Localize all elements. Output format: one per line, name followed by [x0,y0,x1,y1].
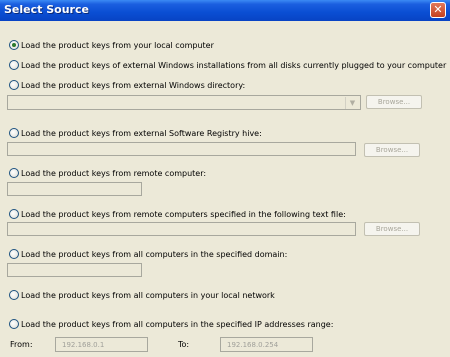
to-label: To: [178,340,190,349]
option-remote-computers-file[interactable]: Load the product keys from remote comput… [9,208,346,220]
radio-registry-hive[interactable] [9,128,19,138]
radio-local-computer[interactable] [9,40,19,50]
option-external-windows-directory[interactable]: Load the product keys from external Wind… [9,79,245,91]
remote-computer-field[interactable] [7,182,142,196]
option-external-disks[interactable]: Load the product keys of external Window… [9,59,446,71]
option-label: Load the product keys from all computers… [21,319,334,329]
registry-hive-field[interactable] [7,142,356,156]
windows-directory-combobox[interactable]: ▼ [7,95,361,110]
text-file-field[interactable] [7,222,356,236]
option-ip-range[interactable]: Load the product keys from all computers… [9,318,333,330]
close-button[interactable]: ✕ [430,2,446,18]
radio-external-disks[interactable] [9,60,19,70]
title-bar: Select Source ✕ [0,0,450,21]
browse-registry-button[interactable]: Browse... [364,143,420,157]
radio-local-network[interactable] [9,290,19,300]
close-icon: ✕ [433,3,443,16]
option-label: Load the product keys from your local co… [21,40,214,50]
ip-to-field[interactable]: 192.168.0.254 [220,337,313,352]
domain-field[interactable] [7,263,142,277]
option-label: Load the product keys from all computers… [21,290,275,300]
option-label: Load the product keys from all computers… [21,249,288,259]
option-local-network[interactable]: Load the product keys from all computers… [9,289,275,301]
radio-remote-computers-file[interactable] [9,209,19,219]
radio-remote-computer[interactable] [9,168,19,178]
option-label: Load the product keys from external Soft… [21,128,262,138]
browse-directory-button[interactable]: Browse... [366,95,422,109]
option-remote-computer[interactable]: Load the product keys from remote comput… [9,167,206,179]
ip-from-field[interactable]: 192.168.0.1 [55,337,148,352]
browse-text-file-button[interactable]: Browse... [364,222,420,236]
option-domain[interactable]: Load the product keys from all computers… [9,248,287,260]
option-label: Load the product keys from external Wind… [21,80,246,90]
chevron-down-icon[interactable]: ▼ [345,97,359,109]
window-title: Select Source [4,3,89,16]
option-label: Load the product keys from remote comput… [21,209,346,219]
radio-external-windows-directory[interactable] [9,80,19,90]
radio-ip-range[interactable] [9,319,19,329]
option-label: Load the product keys from remote comput… [21,168,207,178]
from-label: From: [10,340,33,349]
radio-domain[interactable] [9,249,19,259]
option-local-computer[interactable]: Load the product keys from your local co… [9,39,214,51]
option-label: Load the product keys of external Window… [21,60,447,70]
option-registry-hive[interactable]: Load the product keys from external Soft… [9,127,262,139]
